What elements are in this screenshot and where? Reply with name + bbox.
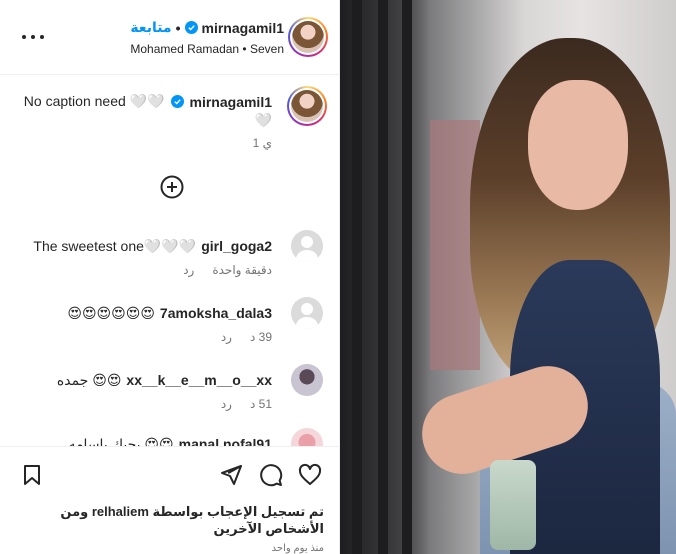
verified-badge-icon: [170, 95, 184, 108]
reply-button[interactable]: رد: [221, 397, 232, 411]
comment-text-line: 😍😍😍😍😍😍 7amoksha_dala3: [67, 305, 272, 322]
avatar[interactable]: [288, 17, 328, 57]
comment-text: The sweetest one🤍🤍🤍: [33, 238, 197, 254]
caption-text: No caption need 🤍🤍: [23, 93, 165, 109]
comment-icon: [260, 464, 283, 487]
header-username[interactable]: mirnagamil1: [202, 20, 284, 36]
post-panel: متابعة • mirnagamil1 Mohamed Ramadan • S…: [0, 0, 340, 554]
comment-button[interactable]: [259, 463, 283, 487]
comment-text: 😍😍😍😍😍😍: [67, 305, 155, 321]
like-button[interactable]: [298, 463, 322, 487]
cup: [490, 460, 536, 550]
likes-text-before: تم تسجيل الإعجاب بواسطة: [152, 504, 324, 519]
reply-button[interactable]: رد: [183, 263, 194, 277]
comment-item: The sweetest one🤍🤍🤍 girl_goga2 دقيقة واح…: [20, 230, 327, 280]
post-actions-bar: تم تسجيل الإعجاب بواسطة relhaliem ومن ال…: [0, 446, 339, 554]
comment-meta: 51 د رد: [221, 397, 272, 411]
comment-avatar[interactable]: [291, 230, 323, 262]
post-image[interactable]: [340, 0, 676, 554]
post-time: منذ يوم واحد: [271, 543, 324, 554]
likes-summary[interactable]: تم تسجيل الإعجاب بواسطة relhaliem ومن ال…: [24, 503, 324, 537]
caption-avatar[interactable]: [287, 86, 327, 126]
share-icon: [221, 465, 242, 485]
liker-username[interactable]: relhaliem: [92, 504, 149, 519]
reply-button[interactable]: رد: [221, 330, 232, 344]
gate-bar: [352, 0, 362, 554]
caption-time: 1 ي: [252, 136, 272, 150]
comment-time: 39 د: [249, 330, 272, 344]
comment-username[interactable]: girl_goga2: [201, 238, 272, 255]
more-dot: [40, 35, 44, 39]
verified-badge-icon: [184, 21, 198, 34]
load-more-comments-button[interactable]: [160, 175, 184, 199]
comment-text-line: The sweetest one🤍🤍🤍 girl_goga2: [33, 238, 272, 255]
comment-time: 51 د: [249, 397, 272, 411]
more-horizontal-icon: [22, 35, 26, 39]
follow-button[interactable]: متابعة: [130, 19, 171, 36]
share-button[interactable]: [219, 463, 243, 487]
save-button[interactable]: [20, 463, 44, 487]
comment-time: دقيقة واحدة: [212, 263, 272, 277]
comment-meta: دقيقة واحدة رد: [183, 263, 272, 277]
comment-meta: 39 د رد: [221, 330, 272, 344]
comment-username[interactable]: xx__k__e__m__o__xx: [126, 372, 272, 389]
comment-username[interactable]: 7amoksha_dala3: [160, 305, 272, 322]
gate-bar: [402, 0, 412, 554]
comment-item: جمده 😍😍 xx__k__e__m__o__xx 51 د رد: [20, 364, 327, 414]
gate-bar: [378, 0, 388, 554]
caption-extra: 🤍: [254, 112, 272, 128]
caption: No caption need 🤍🤍 mirnagamil1: [24, 93, 272, 110]
bookmark-icon: [24, 465, 40, 485]
comment-text: جمده 😍😍: [56, 372, 122, 388]
plus-circle-icon: [160, 175, 184, 199]
audio-track[interactable]: Mohamed Ramadan • Seven: [130, 42, 284, 56]
comment-avatar[interactable]: [291, 297, 323, 329]
heart-icon: [298, 463, 322, 485]
comment-item: 😍😍😍😍😍😍 7amoksha_dala3 39 د رد: [20, 297, 327, 347]
post-header: متابعة • mirnagamil1 Mohamed Ramadan • S…: [0, 0, 339, 75]
comment-avatar[interactable]: [291, 364, 323, 396]
more-dot: [31, 35, 35, 39]
header-user-line: متابعة • mirnagamil1: [130, 19, 284, 36]
separator-dot: •: [175, 19, 181, 36]
comment-text-line: جمده 😍😍 xx__k__e__m__o__xx: [57, 372, 272, 389]
caption-username[interactable]: mirnagamil1: [190, 94, 272, 110]
more-options-button[interactable]: [22, 27, 44, 47]
face: [528, 80, 628, 210]
